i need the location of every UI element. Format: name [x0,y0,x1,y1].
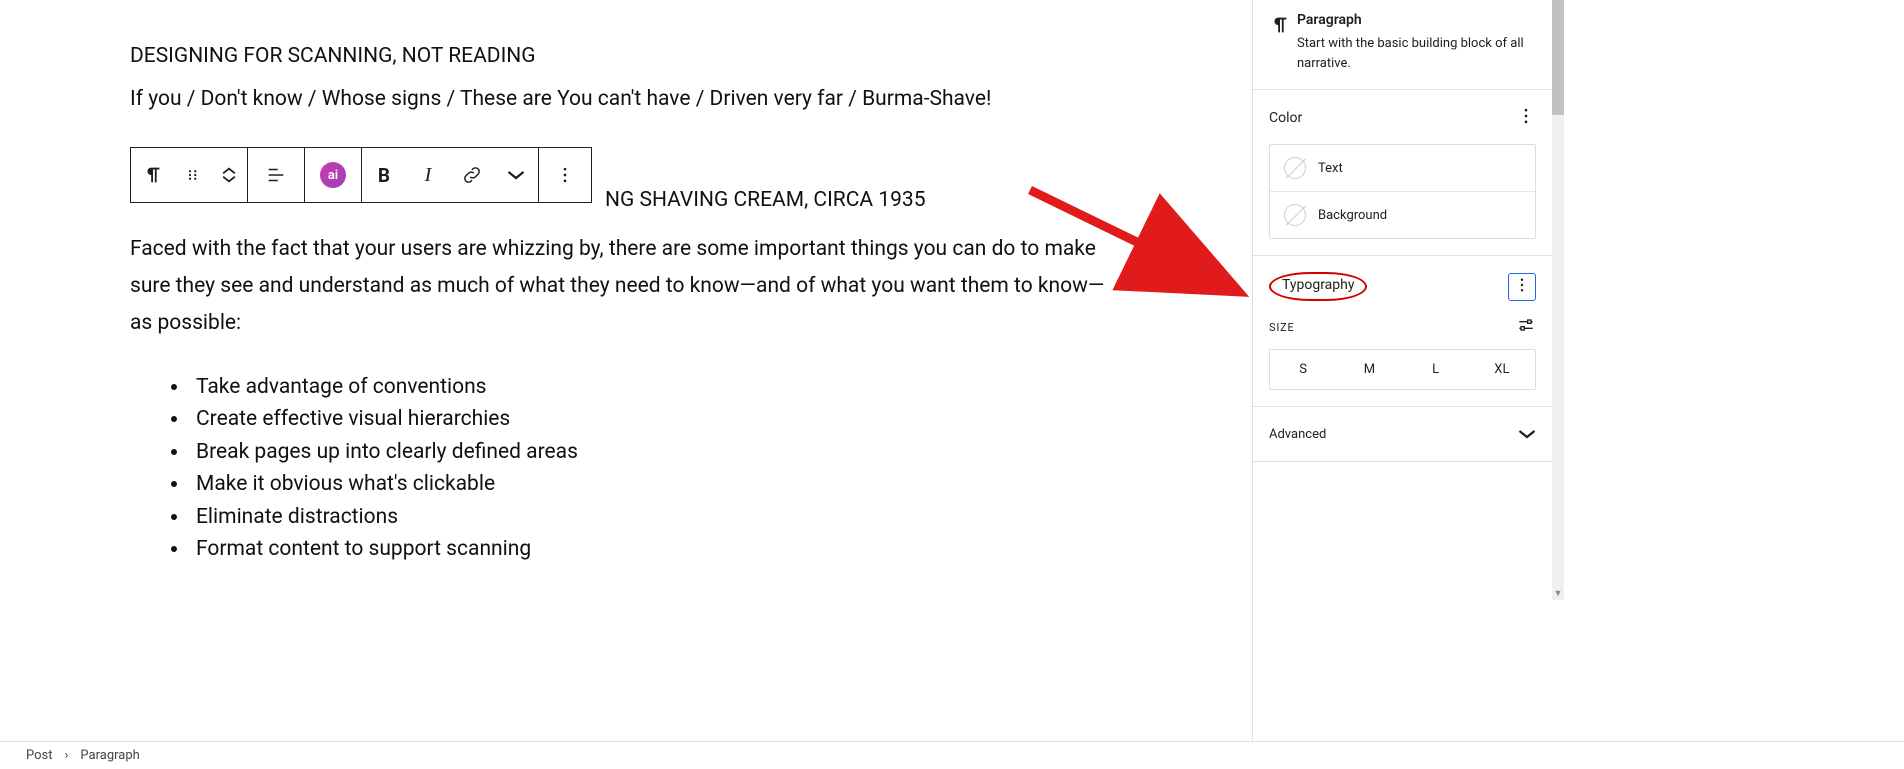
list-item[interactable]: Eliminate distractions [190,502,1120,534]
scroll-down-icon[interactable]: ▼ [1552,586,1564,600]
list-item[interactable]: Create effective visual hierarchies [190,404,1120,436]
ai-assist-button[interactable]: ai [305,148,361,202]
chevron-down-icon [507,166,525,184]
background-color-label: Background [1318,208,1387,223]
block-info-panel: Paragraph Start with the basic building … [1253,0,1552,90]
size-settings-button[interactable] [1516,315,1536,339]
color-panel-title: Color [1269,110,1302,126]
text-color-label: Text [1318,161,1343,176]
block-toolbar: ai B I [130,147,592,203]
editor-scrollbar[interactable]: ▼ [1552,0,1564,600]
typography-panel: Typography SIZE S M L XL [1253,256,1552,407]
move-up-down-button[interactable] [211,148,247,202]
kebab-icon [1516,106,1536,126]
drag-icon [184,166,202,184]
size-m-button[interactable]: M [1336,350,1402,389]
breadcrumb-separator: › [65,748,69,763]
color-panel: Color Text Background [1253,90,1552,256]
align-button[interactable] [248,148,304,202]
link-button[interactable] [450,148,494,202]
list-item[interactable]: Take advantage of conventions [190,372,1120,404]
size-segmented-control: S M L XL [1269,349,1536,390]
block-title: Paragraph [1297,12,1536,28]
breadcrumb-current[interactable]: Paragraph [80,748,139,763]
typography-options-button[interactable] [1508,273,1536,301]
chevron-down-icon [222,174,236,184]
kebab-icon [1513,276,1531,294]
block-description: Start with the basic building block of a… [1297,34,1536,73]
list-item[interactable]: Format content to support scanning [190,534,1120,566]
background-color-button[interactable]: Background [1270,191,1535,238]
color-options-button[interactable] [1516,106,1536,130]
kebab-icon [555,165,575,185]
sliders-icon [1516,315,1536,335]
annotation-circle: Typography [1269,272,1367,301]
size-s-button[interactable]: S [1270,350,1336,389]
scrollbar-thumb[interactable] [1552,0,1564,115]
image-caption-partial[interactable]: NG SHAVING CREAM, CIRCA 1935 [605,188,926,212]
chevron-down-icon [1518,425,1536,443]
paragraph-icon [142,164,164,186]
paragraph-icon [1269,12,1297,73]
breadcrumb-root[interactable]: Post [26,748,53,763]
list-item[interactable]: Make it obvious what's clickable [190,469,1120,501]
content-verse[interactable]: If you / Don't know / Whose signs / Thes… [130,80,1120,120]
breadcrumb: Post › Paragraph [0,741,1904,769]
content-heading[interactable]: DESIGNING FOR SCANNING, NOT READING [130,40,1120,74]
advanced-panel-toggle[interactable]: Advanced [1253,407,1552,462]
size-xl-button[interactable]: XL [1469,350,1535,389]
block-type-paragraph-button[interactable] [131,148,175,202]
size-label: SIZE [1269,321,1295,334]
bullet-list[interactable]: Take advantage of conventions Create eff… [190,372,1120,566]
block-options-button[interactable] [539,148,591,202]
swatch-empty-icon [1284,157,1306,179]
align-left-icon [265,164,287,186]
drag-handle-button[interactable] [175,148,211,202]
more-format-button[interactable] [494,148,538,202]
list-item[interactable]: Break pages up into clearly defined area… [190,437,1120,469]
text-color-button[interactable]: Text [1270,145,1535,191]
italic-button[interactable]: I [406,148,450,202]
body-paragraph[interactable]: Faced with the fact that your users are … [130,231,1120,341]
settings-sidebar: Paragraph Start with the basic building … [1252,0,1552,740]
bold-button[interactable]: B [362,148,406,202]
ai-icon: ai [320,162,346,188]
size-l-button[interactable]: L [1403,350,1469,389]
swatch-empty-icon [1284,204,1306,226]
link-icon [461,164,483,186]
advanced-label: Advanced [1269,427,1326,442]
editor-canvas[interactable]: DESIGNING FOR SCANNING, NOT READING If y… [0,0,1250,740]
typography-title: Typography [1282,277,1354,293]
